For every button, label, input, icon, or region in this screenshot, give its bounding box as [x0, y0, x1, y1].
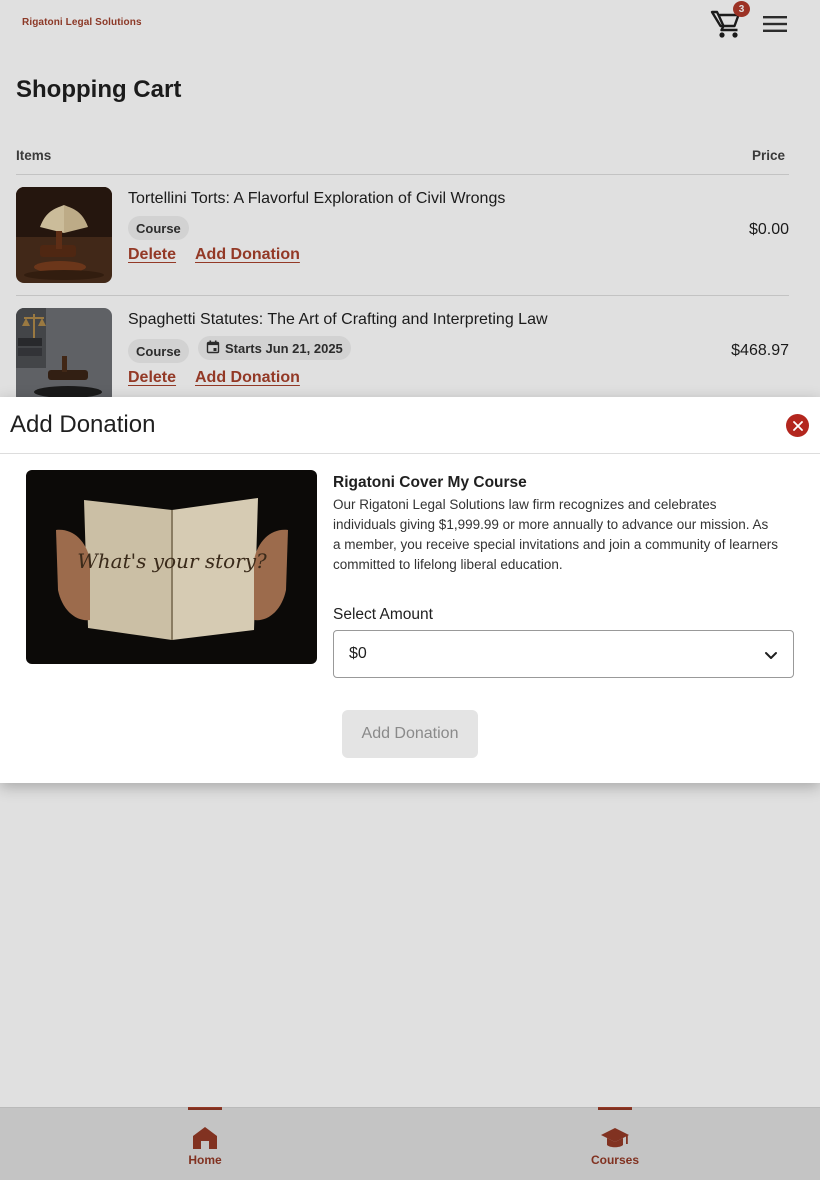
amount-selected-value: $0 — [349, 645, 367, 662]
add-donation-dialog: Add Donation What's your story? Rigatoni… — [0, 397, 820, 783]
donation-image-caption: What's your story? — [77, 549, 267, 573]
amount-label: Select Amount — [333, 606, 433, 623]
donation-image: What's your story? — [26, 470, 317, 664]
add-donation-button[interactable]: Add Donation — [342, 710, 478, 758]
close-icon[interactable] — [786, 414, 809, 437]
donation-title: Rigatoni Cover My Course — [333, 474, 527, 491]
donation-description: Our Rigatoni Legal Solutions law firm re… — [333, 497, 778, 572]
chevron-down-icon — [763, 647, 779, 663]
amount-select[interactable]: $0 — [333, 630, 794, 678]
dialog-title: Add Donation — [10, 411, 156, 438]
divider — [0, 453, 820, 454]
